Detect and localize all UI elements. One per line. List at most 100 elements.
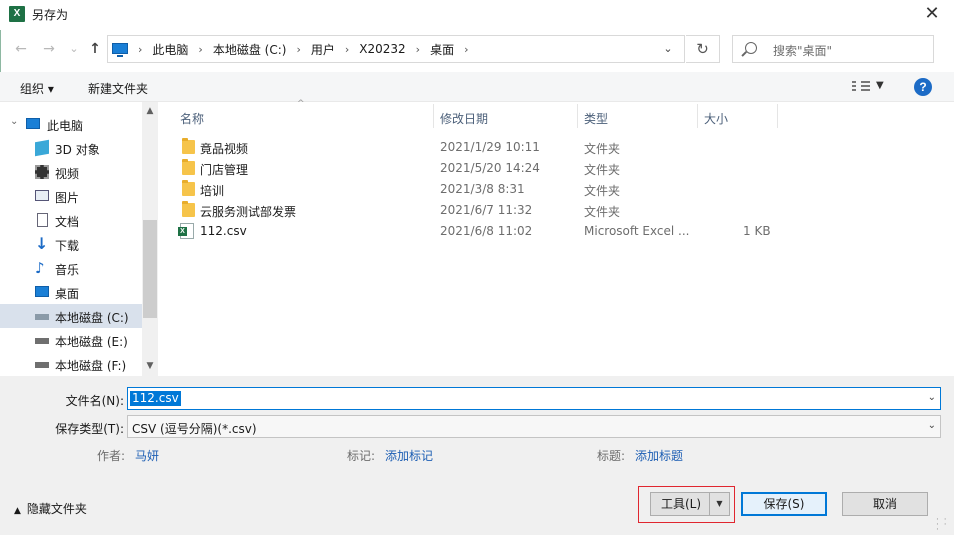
file-type: 文件夹 (584, 163, 621, 177)
sidebar-item-label: 本地磁盘 (C:) (55, 311, 129, 325)
search-placeholder: 搜索"桌面" (773, 44, 833, 58)
sidebar-item-label: 桌面 (55, 287, 80, 301)
file-name: 112.csv (200, 224, 247, 238)
save-button[interactable]: 保存(S) (741, 492, 827, 516)
filetype-select[interactable]: CSV (逗号分隔)(*.csv) ⌄ (127, 415, 941, 438)
sidebar-item-this-pc[interactable]: ⌄ 此电脑 (0, 112, 142, 136)
sidebar-item-drive-f[interactable]: 本地磁盘 (F:) (0, 352, 142, 376)
scroll-down-icon[interactable]: ▼ (142, 361, 158, 371)
recent-locations-button[interactable]: ⌄ (65, 39, 83, 59)
drive-icon (35, 314, 49, 320)
add-title-link[interactable]: 添加标题 (635, 447, 683, 464)
refresh-button[interactable]: ↻ (686, 35, 720, 63)
file-name: 门店管理 (200, 163, 249, 177)
hide-folders-label: 隐藏文件夹 (26, 502, 87, 516)
sidebar-item-label: 3D 对象 (55, 143, 100, 157)
column-divider[interactable] (577, 104, 578, 128)
sidebar-item-drive-e[interactable]: 本地磁盘 (E:) (0, 328, 142, 352)
music-icon: ♪ (35, 259, 45, 277)
resize-grip-icon[interactable]: · · · · · (936, 516, 948, 535)
file-type: 文件夹 (584, 205, 621, 219)
up-button[interactable]: ↑ (86, 39, 104, 59)
file-date: 2021/6/7 11:32 (440, 203, 533, 217)
navigation-scrollbar[interactable]: ▲ ▼ (142, 102, 158, 376)
new-folder-button[interactable]: 新建文件夹 (88, 80, 148, 97)
tools-dropdown-icon[interactable]: ▼ (709, 493, 729, 515)
help-icon[interactable]: ? (914, 78, 932, 96)
sidebar-item-documents[interactable]: 文档 (0, 208, 142, 232)
address-bar[interactable]: › 此电脑 › 本地磁盘 (C:) › 用户 › X20232 › 桌面 › ⌄ (107, 35, 685, 63)
sidebar-item-pictures[interactable]: 图片 (0, 184, 142, 208)
sidebar-item-3d-objects[interactable]: 3D 对象 (0, 136, 142, 160)
chevron-down-icon[interactable]: ⌄ (928, 420, 936, 431)
hide-folders-button[interactable]: ▲ 隐藏文件夹 (14, 500, 87, 517)
file-row[interactable]: 培训 2021/3/8 8:31 文件夹 (177, 179, 777, 200)
filetype-label: 保存类型(T): (55, 422, 124, 436)
breadcrumb-item[interactable]: 桌面 (430, 41, 454, 58)
scrollbar-thumb[interactable] (143, 220, 157, 318)
drive-icon (35, 338, 49, 344)
file-row[interactable]: 竟品视频 2021/1/29 10:11 文件夹 (177, 137, 777, 158)
excel-csv-icon (178, 223, 194, 239)
file-row[interactable]: 112.csv 2021/6/8 11:02 Microsoft Excel .… (177, 221, 777, 242)
breadcrumb: › 此电脑 › 本地磁盘 (C:) › 用户 › X20232 › 桌面 › (138, 41, 469, 58)
file-type: 文件夹 (584, 142, 621, 156)
forward-button[interactable]: → (40, 39, 58, 59)
chevron-down-icon[interactable]: ⌄ (660, 40, 676, 58)
file-date: 2021/3/8 8:31 (440, 182, 525, 196)
chevron-down-icon[interactable]: ⌄ (928, 392, 936, 403)
column-divider[interactable] (433, 104, 434, 128)
back-button[interactable]: ← (12, 39, 30, 59)
tools-label: 工具(L) (661, 497, 702, 511)
excel-icon: X (9, 6, 25, 22)
breadcrumb-item[interactable]: X20232 (359, 42, 405, 56)
sidebar-item-desktop[interactable]: 桌面 (0, 280, 142, 304)
column-divider[interactable] (697, 104, 698, 128)
computer-icon (112, 43, 128, 57)
file-size: 1 KB (743, 224, 771, 238)
navigation-pane: ⌄ 此电脑 3D 对象 视频 图片 文档 ↓ 下载 ♪ 音乐 桌面 本地磁盘 (… (0, 102, 160, 376)
folder-icon (182, 180, 195, 196)
scroll-up-icon[interactable]: ▲ (142, 106, 158, 116)
filename-field[interactable]: 112.csv ⌄ (127, 387, 941, 410)
sort-ascending-icon: ^ (297, 99, 305, 109)
filename-value[interactable]: 112.csv (130, 391, 181, 406)
close-icon[interactable]: ✕ (920, 3, 944, 25)
folder-icon (182, 138, 195, 154)
sidebar-item-drive-c[interactable]: 本地磁盘 (C:) (0, 304, 142, 328)
sidebar-item-label: 图片 (55, 191, 80, 205)
sidebar-item-label: 本地磁盘 (E:) (55, 335, 128, 349)
cancel-button[interactable]: 取消 (842, 492, 928, 516)
view-options-icon[interactable] (852, 81, 870, 93)
column-header-size[interactable]: 大小 (704, 110, 728, 127)
file-row[interactable]: 云服务测试部发票 2021/6/7 11:32 文件夹 (177, 200, 777, 221)
sidebar-item-videos[interactable]: 视频 (0, 160, 142, 184)
breadcrumb-item[interactable]: 用户 (311, 41, 335, 58)
folder-icon (182, 159, 195, 175)
tools-button[interactable]: 工具(L) ▼ (650, 492, 730, 516)
title-bar: X 另存为 ✕ (0, 0, 954, 30)
computer-icon (26, 118, 40, 129)
organize-button[interactable]: 组织 ▾ (20, 80, 54, 97)
column-header-type[interactable]: 类型 (584, 110, 608, 127)
chevron-down-icon[interactable]: ▼ (876, 80, 884, 91)
file-row[interactable]: 门店管理 2021/5/20 14:24 文件夹 (177, 158, 777, 179)
expand-icon[interactable]: ⌄ (10, 116, 18, 127)
tags-label: 标记: (347, 449, 376, 463)
breadcrumb-item[interactable]: 本地磁盘 (C:) (213, 41, 287, 58)
pictures-icon (35, 190, 49, 201)
window-title: 另存为 (32, 8, 69, 22)
search-input[interactable]: 搜索"桌面" (732, 35, 934, 63)
column-header-name[interactable]: 名称 (180, 110, 204, 127)
file-type: 文件夹 (584, 184, 621, 198)
sidebar-item-label: 视频 (55, 167, 80, 181)
column-header-date[interactable]: 修改日期 (440, 110, 488, 127)
column-divider[interactable] (777, 104, 778, 128)
breadcrumb-item[interactable]: 此电脑 (152, 41, 188, 58)
sidebar-item-music[interactable]: ♪ 音乐 (0, 256, 142, 280)
add-tags-link[interactable]: 添加标记 (385, 447, 433, 464)
author-value[interactable]: 马妍 (135, 447, 159, 464)
sidebar-item-downloads[interactable]: ↓ 下载 (0, 232, 142, 256)
file-date: 2021/5/20 14:24 (440, 161, 540, 175)
folder-icon (182, 201, 195, 217)
